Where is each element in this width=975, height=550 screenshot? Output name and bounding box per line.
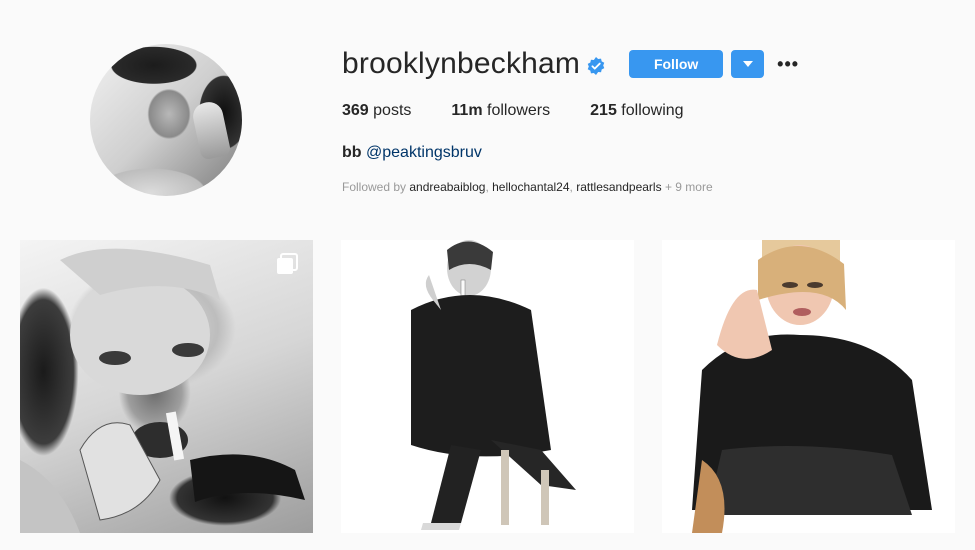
- following-count: 215: [590, 102, 617, 119]
- profile-header-row: brooklynbeckham Follow •••: [342, 44, 800, 84]
- more-options-icon: •••: [777, 53, 800, 74]
- verified-badge-icon: [587, 56, 605, 75]
- post-photo-woman-smoking: [20, 248, 305, 533]
- suggested-dropdown-button[interactable]: [731, 50, 765, 78]
- followed-by-user[interactable]: rattlesandpearls: [576, 180, 661, 194]
- post-thumbnail[interactable]: [20, 240, 313, 533]
- bio-handle-link[interactable]: @peaktingsbruv: [366, 144, 482, 161]
- post-thumbnail[interactable]: [662, 240, 955, 533]
- caret-down-icon: [742, 61, 753, 67]
- following-stat[interactable]: 215 following: [590, 102, 683, 120]
- profile-bio: bb @peaktingsbruv: [342, 144, 482, 162]
- avatar-hand-shape: [190, 99, 232, 161]
- posts-count: 369: [342, 102, 369, 119]
- username: brooklynbeckham: [342, 47, 581, 80]
- post-photo-seated-leather-jacket: [411, 240, 576, 530]
- following-label: following: [621, 102, 684, 119]
- profile-stats: 369 posts 11m followers 215 following: [342, 102, 724, 120]
- followers-label: followers: [487, 102, 551, 119]
- followed-by-prefix: Followed by: [342, 180, 407, 194]
- followed-by-user[interactable]: hellochantal24: [492, 180, 569, 194]
- followed-by-more[interactable]: + 9 more: [665, 180, 713, 194]
- posts-stat: 369 posts: [342, 102, 411, 120]
- followers-count: 11m: [451, 102, 483, 119]
- follow-button[interactable]: Follow: [629, 50, 724, 78]
- carousel-icon: [277, 253, 298, 274]
- followed-by-user[interactable]: andreabaiblog: [409, 180, 485, 194]
- more-options-button[interactable]: •••: [776, 50, 800, 78]
- profile-avatar[interactable]: [90, 44, 242, 196]
- followed-by: Followed by andreabaiblog, hellochantal2…: [342, 180, 713, 194]
- profile-name: bb: [342, 144, 362, 161]
- posts-label: posts: [373, 102, 412, 119]
- followers-stat[interactable]: 11m followers: [451, 102, 550, 120]
- post-thumbnail[interactable]: [341, 240, 634, 533]
- post-photo-jacket-hand-gesture: [692, 240, 932, 533]
